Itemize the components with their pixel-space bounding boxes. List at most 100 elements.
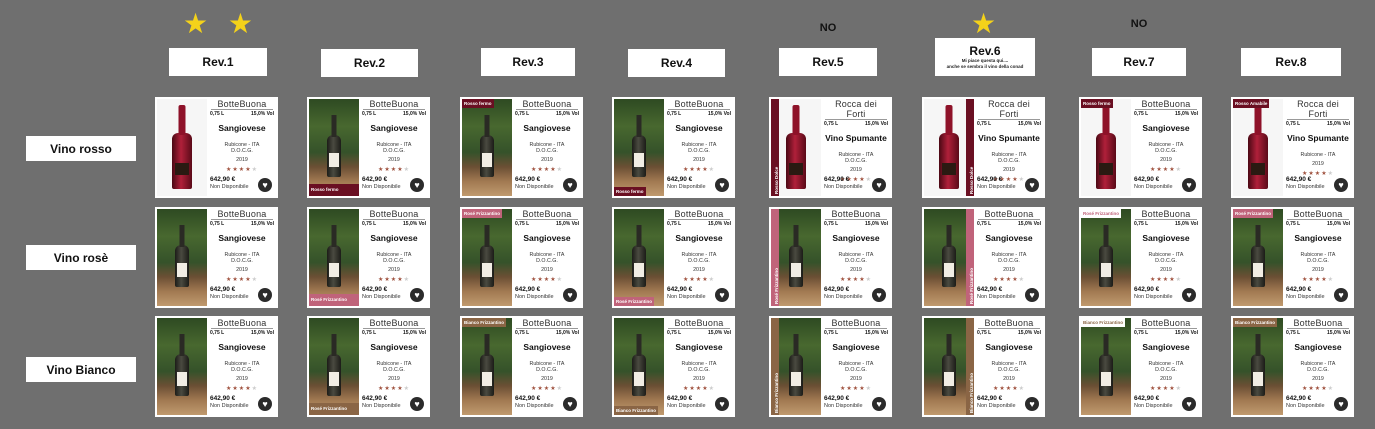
size-row: 0,75 L 15,0% Vol	[822, 220, 890, 227]
revision-header-3: Rev.3	[481, 48, 575, 76]
product-card[interactable]: Bianco Frizzantino BotteBuona 0,75 L 15,0% …	[769, 316, 892, 417]
brand-name: BotteBuona	[668, 318, 730, 329]
heart-icon[interactable]: ♥	[1182, 288, 1196, 302]
product-card[interactable]: Rosso fermo BotteBuona 0,75 L 15,0% Vol Sang…	[1079, 97, 1202, 198]
product-card[interactable]: Bianco Frizzantino BotteBuona 0,75 L 15,0% …	[460, 316, 583, 417]
bottle-size: 0,75 L	[210, 330, 225, 336]
heart-icon[interactable]: ♥	[1182, 397, 1196, 411]
product-card[interactable]: Rosé Frizzantino BotteBuona 0,75 L 15,0% Vo…	[612, 207, 735, 308]
heart-icon[interactable]: ♥	[872, 288, 886, 302]
product-card[interactable]: Rosé Frizzantino BotteBuona 0,75 L 15,0% Vo…	[1079, 207, 1202, 308]
product-card[interactable]: Bianco Frizzantino BotteBuona 0,75 L 15,0% …	[612, 316, 735, 417]
product-card[interactable]: Rosso fermo BotteBuona 0,75 L 15,0% Vol Sang…	[307, 97, 430, 198]
brand-name: BotteBuona	[211, 209, 273, 220]
product-card[interactable]: Rosé Frizzantino BotteBuona 0,75 L 15,0% Vo…	[1231, 207, 1354, 308]
revision-title: Rev.4	[660, 56, 693, 70]
brand-name: BotteBuona	[1287, 318, 1349, 329]
revision-header-1: Rev.1	[169, 48, 267, 76]
row-label: Vino rosè	[26, 245, 136, 270]
product-name: Sangiovese	[1294, 342, 1342, 352]
product-card[interactable]: Bianco Frizzantino BotteBuona 0,75 L 15,0% …	[1079, 316, 1202, 417]
rating-stars-icon: ★★★★★	[1302, 277, 1334, 283]
heart-icon[interactable]: ♥	[258, 178, 272, 192]
rating-stars-icon: ★★★★★	[1150, 386, 1182, 392]
product-image: Rosé Frizzantino	[614, 209, 664, 306]
heart-icon[interactable]: ♥	[1025, 178, 1039, 192]
product-card[interactable]: Rosé Frizzantino BotteBuona 0,75 L 15,0% Vo…	[307, 207, 430, 308]
heart-icon[interactable]: ♥	[563, 288, 577, 302]
product-card[interactable]: Rosso Amabile Rocca dei Forti 0,75 L 15,0% …	[1231, 97, 1354, 198]
product-card[interactable]: BotteBuona 0,75 L 15,0% Vol Sangiovese Rubic…	[155, 97, 278, 198]
denomination: D.O.C.G.	[536, 367, 558, 373]
product-card[interactable]: Rosé Frizzantino BotteBuona 0,75 L 15,0% Vo…	[922, 207, 1045, 308]
bottle-size: 0,75 L	[1286, 330, 1301, 336]
heart-icon[interactable]: ♥	[410, 178, 424, 192]
vintage-year: 2019	[388, 376, 400, 382]
wine-bottle-icon	[1099, 225, 1113, 287]
product-origin: Rubicone - ITA D.O.C.G.	[360, 142, 428, 154]
brand-name: BotteBuona	[978, 209, 1040, 220]
wine-bottle-icon	[175, 334, 189, 396]
product-card[interactable]: BotteBuona 0,75 L 15,0% Vol Sangiovese Rubic…	[155, 207, 278, 308]
heart-icon[interactable]: ♥	[1334, 397, 1348, 411]
heart-icon[interactable]: ♥	[258, 288, 272, 302]
product-card[interactable]: Rosso fermo BotteBuona 0,75 L 15,0% Vol Sang…	[612, 97, 735, 198]
rating-stars-icon: ★★★★★	[226, 277, 258, 283]
product-card[interactable]: BotteBuona 0,75 L 15,0% Vol Sangiovese Rubic…	[155, 316, 278, 417]
product-image: Rosso fermo	[309, 99, 359, 196]
product-image: Bianco Frizzantino	[462, 318, 512, 415]
rejection-mark: NO	[819, 22, 837, 34]
product-card[interactable]: Rosé Frizzantino BotteBuona 0,75 L 15,0% Vo…	[460, 207, 583, 308]
heart-icon[interactable]: ♥	[1025, 397, 1039, 411]
heart-icon[interactable]: ♥	[1182, 178, 1196, 192]
product-image: Rosé Frizzantino	[462, 209, 512, 306]
product-image: Bianco Frizzantino	[614, 318, 664, 415]
heart-icon[interactable]: ♥	[872, 397, 886, 411]
heart-icon[interactable]: ♥	[258, 397, 272, 411]
heart-icon[interactable]: ♥	[715, 178, 729, 192]
heart-icon[interactable]: ♥	[872, 178, 886, 192]
product-origin: Rubicone - ITA D.O.C.G.	[822, 252, 890, 264]
product-name: Sangiovese	[675, 123, 723, 133]
product-card[interactable]: Rosso Dolce Rocca dei Forti 0,75 L 15,0% Vo…	[922, 97, 1045, 198]
vintage-year: 2019	[1160, 157, 1172, 163]
denomination: D.O.C.G.	[688, 258, 710, 264]
heart-icon[interactable]: ♥	[410, 397, 424, 411]
rating-stars-icon: ★★★★★	[378, 386, 410, 392]
product-name: Sangiovese	[218, 342, 266, 352]
heart-icon[interactable]: ♥	[410, 288, 424, 302]
alcohol-volume: 15,0% Vol	[251, 111, 274, 117]
bottle-size: 0,75 L	[362, 111, 377, 117]
category-strip: Rosso Dolce	[771, 99, 779, 196]
product-name: Sangiovese	[1142, 233, 1190, 243]
product-info: BotteBuona 0,75 L 15,0% Vol Sangiovese Rubic…	[665, 99, 733, 196]
heart-icon[interactable]: ♥	[715, 288, 729, 302]
heart-icon[interactable]: ♥	[563, 397, 577, 411]
heart-icon[interactable]: ♥	[1334, 178, 1348, 192]
brand-name: BotteBuona	[516, 209, 578, 220]
wine-bottle-icon	[480, 225, 494, 287]
availability-status: Non Disponibile	[824, 294, 863, 300]
product-card[interactable]: Rosé Frizzantino BotteBuona 0,75 L 15,0% Vo…	[769, 207, 892, 308]
heart-icon[interactable]: ♥	[1025, 288, 1039, 302]
product-info: BotteBuona 0,75 L 15,0% Vol Sangiovese Rubic…	[1284, 318, 1352, 415]
product-info: BotteBuona 0,75 L 15,0% Vol Sangiovese Rubic…	[360, 99, 428, 196]
product-card[interactable]: Rosso fermo BotteBuona 0,75 L 15,0% Vol Sang…	[460, 97, 583, 198]
denomination: D.O.C.G.	[231, 148, 253, 154]
brand-name: BotteBuona	[978, 318, 1040, 329]
product-name: Sangiovese	[1142, 342, 1190, 352]
product-card[interactable]: Bianco Frizzantino BotteBuona 0,75 L 15,0% …	[922, 316, 1045, 417]
product-card[interactable]: Rosso Dolce Rocca dei Forti 0,75 L 15,0% Vo…	[769, 97, 892, 198]
heart-icon[interactable]: ♥	[715, 397, 729, 411]
category-tag-label: Bianco Frizzantino	[969, 372, 974, 413]
heart-icon[interactable]: ♥	[1334, 288, 1348, 302]
revision-title: Rev.7	[1123, 55, 1155, 69]
alcohol-volume: 15,0% Vol	[556, 111, 579, 117]
brand-name: Rocca dei Forti	[978, 99, 1040, 120]
product-card[interactable]: Bianco Frizzantino BotteBuona 0,75 L 15,0% …	[1231, 316, 1354, 417]
product-card[interactable]: Rosé Frizzantino BotteBuona 0,75 L 15,0% Vo…	[307, 316, 430, 417]
heart-icon[interactable]: ♥	[563, 178, 577, 192]
availability-status: Non Disponibile	[210, 184, 249, 190]
denomination: D.O.C.G.	[383, 258, 405, 264]
denomination: D.O.C.G.	[536, 148, 558, 154]
